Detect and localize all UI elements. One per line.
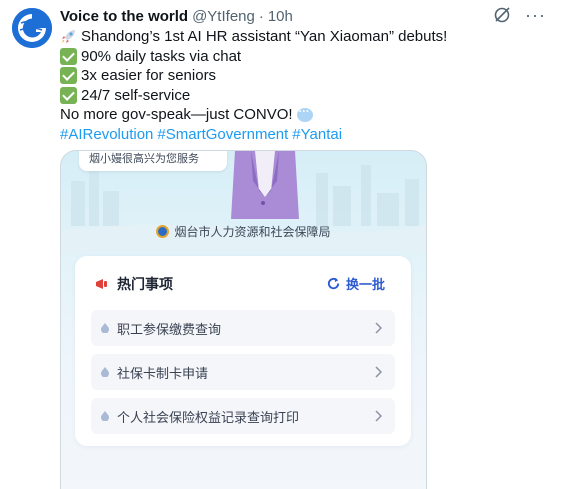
list-item-label: 职工参保缴费查询 [117,321,222,337]
author-handle[interactable]: @YtIfeng [192,8,255,25]
list-item[interactable]: 社保卡制卡申请 [91,354,395,390]
bureau-name: 烟台市人力资源和社会保障局 [174,225,331,239]
tweet-line: 90% daily tasks via chat [60,47,550,67]
more-options-icon[interactable]: ··· [525,6,546,24]
hot-items-card: 热门事项 换一批 职工参保缴费查询 社保卡制卡申请 个人社会保险权益记录查询打印 [75,256,411,446]
tweet-header: Voice to the world @YtIfeng · 10h [60,6,550,26]
tweet-line-text: No more gov-speak—just CONVO! [60,106,293,123]
tweet-media-image[interactable]: 烟小嫚很高兴为您服务 烟台市人力资源和社会保障局 热门事项 换一批 职工参保缴费… [60,150,427,489]
tweet-line-text: 90% daily tasks via chat [81,47,242,65]
tweet-line: No more gov-speak—just CONVO! [60,103,550,125]
greeting-bubble: 烟小嫚很高兴为您服务 [79,151,227,171]
bureau-emblem-icon [156,225,170,238]
tweet-line-text: 24/7 self-service [81,86,191,104]
tweet-line-text: Shandong’s 1st AI HR assistant “Yan Xiao… [81,28,448,45]
author-name[interactable]: Voice to the world [60,8,188,25]
hashtags: #AIRevolution #SmartGovernment #Yantai [60,125,550,145]
grok-icon[interactable] [493,6,511,24]
speech-bubble-icon [296,103,313,122]
flame-icon [101,411,109,421]
tweet-text: Shandong’s 1st AI HR assistant “Yan Xiao… [60,27,550,144]
check-mark-icon [60,86,77,104]
megaphone-icon [96,279,107,289]
chevron-right-icon [375,322,383,334]
refresh-label: 换一批 [345,277,385,292]
tweet: Voice to the world @YtIfeng · 10h ··· Sh… [60,6,550,144]
refresh-icon [327,277,340,290]
flame-icon [101,323,109,333]
card-header: 热门事项 换一批 [75,266,411,302]
list-item[interactable]: 职工参保缴费查询 [91,310,395,346]
check-mark-icon [60,47,77,65]
list-item[interactable]: 个人社会保险权益记录查询打印 [91,398,395,434]
timestamp[interactable]: 10h [268,8,293,25]
globe-logo-icon [12,8,52,48]
hot-items-title: 热门事项 [117,276,173,292]
check-mark-icon [60,67,77,85]
list-item-label: 社保卡制卡申请 [117,365,209,381]
assistant-avatar-figure [231,151,299,219]
rocket-icon [62,30,75,44]
header-actions: ··· [493,6,546,24]
separator: · [258,7,264,25]
flame-icon [101,367,109,377]
list-item-label: 个人社会保险权益记录查询打印 [117,409,300,425]
chevron-right-icon [375,410,383,422]
bureau-label: 烟台市人力资源和社会保障局 [61,223,426,240]
hashtag-link[interactable]: #SmartGovernment [157,125,288,145]
tweet-line: Shandong’s 1st AI HR assistant “Yan Xiao… [60,27,550,47]
avatar[interactable] [12,8,52,48]
hashtag-link[interactable]: #AIRevolution [60,125,153,145]
chevron-right-icon [375,366,383,378]
refresh-button[interactable]: 换一批 [326,274,385,293]
hot-items-list: 职工参保缴费查询 社保卡制卡申请 个人社会保险权益记录查询打印 [91,310,395,442]
tweet-line-text: 3x easier for seniors [81,67,217,84]
hashtag-link[interactable]: #Yantai [292,125,342,145]
tweet-line: 3x easier for seniors [60,66,550,86]
